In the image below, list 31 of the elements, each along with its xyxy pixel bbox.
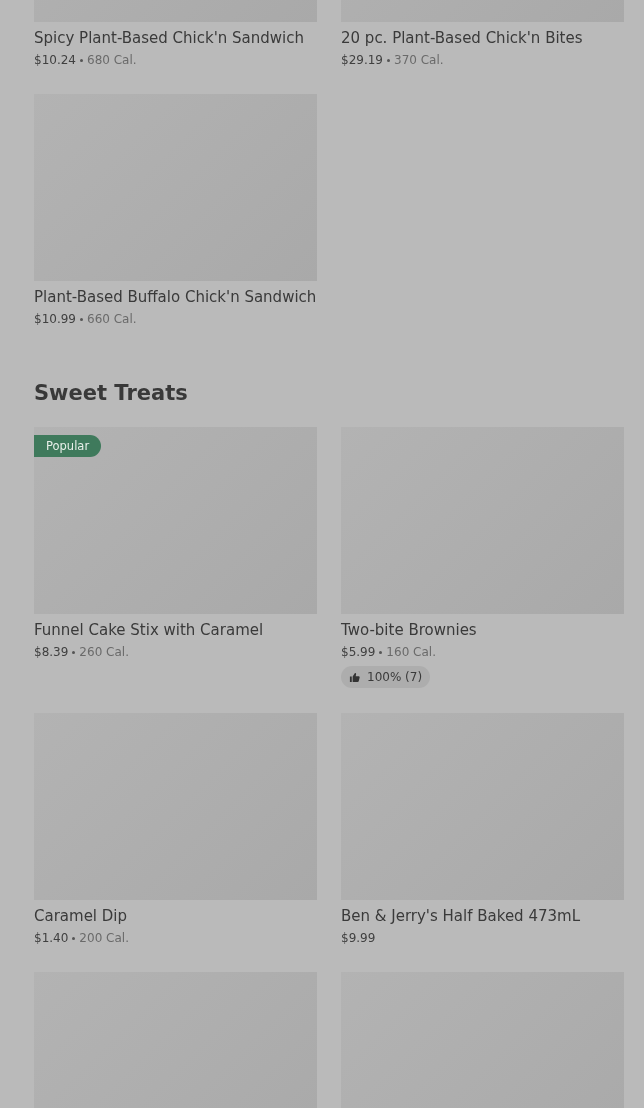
item-price: $9.99 [341, 930, 376, 947]
item-price: $5.99 [341, 644, 376, 661]
item-name[interactable]: Two-bite Brownies [341, 620, 624, 640]
item-name[interactable]: Plant-Based Buffalo Chick'n Sandwich [34, 287, 317, 307]
separator-dot [379, 650, 383, 654]
separator-dot [387, 58, 390, 62]
item-name[interactable]: Ben & Jerry's Half Baked 473mL [341, 906, 624, 926]
image-placeholder[interactable] [34, 427, 317, 614]
thumbs-up-icon [349, 671, 360, 683]
item-name[interactable]: 20 pc. Plant-Based Chick'n Bites [341, 28, 624, 48]
separator-dot [80, 317, 83, 321]
item-price: $1.40 [34, 930, 69, 947]
item-name[interactable]: Caramel Dip [34, 906, 317, 926]
item-calories: 260 Cal. [79, 644, 129, 661]
separator-dot [72, 936, 76, 940]
item-name[interactable]: Spicy Plant-Based Chick'n Sandwich [34, 28, 317, 48]
item-calories: 160 Cal. [386, 644, 436, 661]
item-price: $10.24 [34, 52, 76, 69]
rating-pill: 100% (7) [341, 666, 431, 688]
separator-dot [80, 58, 83, 62]
item-name[interactable]: Funnel Cake Stix with Caramel [34, 620, 317, 640]
item-price: $29.19 [341, 52, 383, 69]
item-calories: 200 Cal. [79, 930, 129, 947]
item-calories: 370 Cal. [394, 52, 444, 69]
section-heading: Sweet Treats [34, 380, 189, 406]
item-price: $8.39 [34, 644, 69, 661]
item-calories: 680 Cal. [87, 52, 137, 69]
popular-badge: Popular [34, 435, 102, 457]
item-price: $10.99 [34, 311, 76, 328]
separator-dot [72, 650, 76, 654]
item-calories: 660 Cal. [87, 311, 137, 328]
